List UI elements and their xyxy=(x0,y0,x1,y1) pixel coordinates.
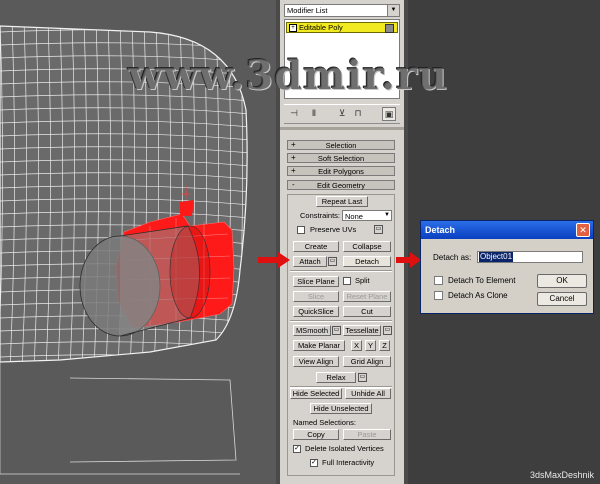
attach-list-button[interactable]: ▭ xyxy=(328,257,337,266)
detach-to-element-checkbox[interactable] xyxy=(434,276,443,285)
attach-button[interactable]: Attach xyxy=(293,256,327,267)
stack-toolbar: ⊣ Ⅱ ⊻ ⊓ ▣ xyxy=(284,104,400,124)
detach-to-element-label: Detach To Element xyxy=(448,276,516,285)
named-selections-label: Named Selections: xyxy=(293,418,356,427)
full-interactivity-checkbox[interactable]: ✓ xyxy=(310,459,318,467)
remove-modifier-icon[interactable]: ⊓ xyxy=(352,107,364,119)
ok-button[interactable]: OK xyxy=(537,274,587,288)
relax-settings-button[interactable]: ▭ xyxy=(358,373,367,382)
rollout-edit-geometry[interactable]: - Edit Geometry xyxy=(287,180,395,190)
expand-plus-icon[interactable]: + xyxy=(289,24,297,32)
arrow-right-icon xyxy=(396,252,421,268)
planar-z-button[interactable]: Z xyxy=(379,340,390,351)
relax-button[interactable]: Relax xyxy=(316,372,356,383)
msmooth-settings-button[interactable]: ▭ xyxy=(332,326,341,335)
tessellate-button[interactable]: Tessellate xyxy=(343,325,381,336)
cut-button[interactable]: Cut xyxy=(343,306,391,317)
pin-stack-icon[interactable]: ⊣ xyxy=(288,107,300,119)
preserve-uvs-checkbox[interactable] xyxy=(297,226,305,234)
configure-modifier-sets-icon[interactable]: ▣ xyxy=(382,107,396,121)
slice-plane-button[interactable]: Slice Plane xyxy=(293,276,339,287)
cancel-button[interactable]: Cancel xyxy=(537,292,587,306)
brand-label: 3dsMaxDeshnik xyxy=(529,470,594,480)
dialog-title: Detach xyxy=(425,225,456,235)
slice-button[interactable]: Slice xyxy=(293,291,339,302)
chevron-down-icon: ▼ xyxy=(384,212,390,218)
preserve-uvs-settings-button[interactable]: ▭ xyxy=(374,225,383,234)
divider xyxy=(290,320,392,322)
rollout-title: Selection xyxy=(325,141,357,150)
rollout-title: Edit Geometry xyxy=(317,181,365,190)
detach-dialog: Detach ✕ Detach as: Object01 Detach To E… xyxy=(420,220,594,314)
msmooth-button[interactable]: MSmooth xyxy=(293,325,331,336)
create-button[interactable]: Create xyxy=(293,241,339,252)
rollout-title: Soft Selection xyxy=(317,154,365,163)
watermark: www.3dmir.ru xyxy=(128,52,449,99)
close-icon[interactable]: ✕ xyxy=(576,223,590,237)
reset-plane-button[interactable]: Reset Plane xyxy=(343,291,391,302)
split-label: Split xyxy=(355,276,370,285)
preserve-uvs-label: Preserve UVs xyxy=(310,225,357,234)
detach-as-input[interactable]: Object01 xyxy=(477,251,583,263)
copy-button[interactable]: Copy xyxy=(293,429,339,440)
constraints-select[interactable]: None ▼ xyxy=(342,210,392,221)
detach-as-clone-label: Detach As Clone xyxy=(448,291,508,300)
constraints-value: None xyxy=(345,212,363,221)
dialog-titlebar[interactable]: Detach ✕ xyxy=(421,221,593,239)
detach-button[interactable]: Detach xyxy=(343,256,391,267)
rollout-edit-polygons[interactable]: + Edit Polygons xyxy=(287,166,395,176)
stack-item-label: Editable Poly xyxy=(299,23,343,32)
stack-item-editable-poly[interactable]: + Editable Poly xyxy=(286,22,398,33)
divider xyxy=(290,270,392,272)
hide-unselected-button[interactable]: Hide Unselected xyxy=(310,403,372,414)
chevron-down-icon[interactable]: ▼ xyxy=(387,5,399,16)
detach-as-value: Object01 xyxy=(479,252,514,262)
collapse-button[interactable]: Collapse xyxy=(343,241,391,252)
rollout-soft-selection[interactable]: + Soft Selection xyxy=(287,153,395,163)
full-interactivity-label: Full Interactivity xyxy=(322,458,375,467)
make-planar-button[interactable]: Make Planar xyxy=(293,340,345,351)
unhide-all-button[interactable]: Unhide All xyxy=(345,388,391,399)
planar-x-button[interactable]: X xyxy=(351,340,362,351)
paste-button[interactable]: Paste xyxy=(343,429,391,440)
make-unique-icon[interactable]: ⊻ xyxy=(336,107,348,119)
rollout-title: Edit Polygons xyxy=(318,167,364,176)
detach-as-clone-checkbox[interactable] xyxy=(434,291,443,300)
modifier-list-value: Modifier List xyxy=(287,6,328,15)
arrow-right-icon xyxy=(258,252,290,268)
delete-isolated-checkbox[interactable]: ✓ xyxy=(293,445,301,453)
show-end-result-icon[interactable]: Ⅱ xyxy=(308,107,320,119)
planar-y-button[interactable]: Y xyxy=(365,340,376,351)
rollout-selection[interactable]: + Selection xyxy=(287,140,395,150)
stack-item-square-icon xyxy=(385,24,394,33)
quickslice-button[interactable]: QuickSlice xyxy=(293,306,339,317)
tessellate-settings-button[interactable]: ▭ xyxy=(383,326,392,335)
modifier-list-dropdown[interactable]: Modifier List ▼ xyxy=(284,4,400,17)
split-checkbox[interactable] xyxy=(343,277,351,285)
constraints-label: Constraints: xyxy=(300,211,341,220)
view-align-button[interactable]: View Align xyxy=(293,356,339,367)
panel-separator xyxy=(280,127,404,130)
hide-selected-button[interactable]: Hide Selected xyxy=(290,388,342,399)
delete-isolated-label: Delete Isolated Vertices xyxy=(305,444,384,453)
repeat-last-button[interactable]: Repeat Last xyxy=(316,196,368,207)
grid-align-button[interactable]: Grid Align xyxy=(343,356,391,367)
detach-as-label: Detach as: xyxy=(433,253,472,262)
